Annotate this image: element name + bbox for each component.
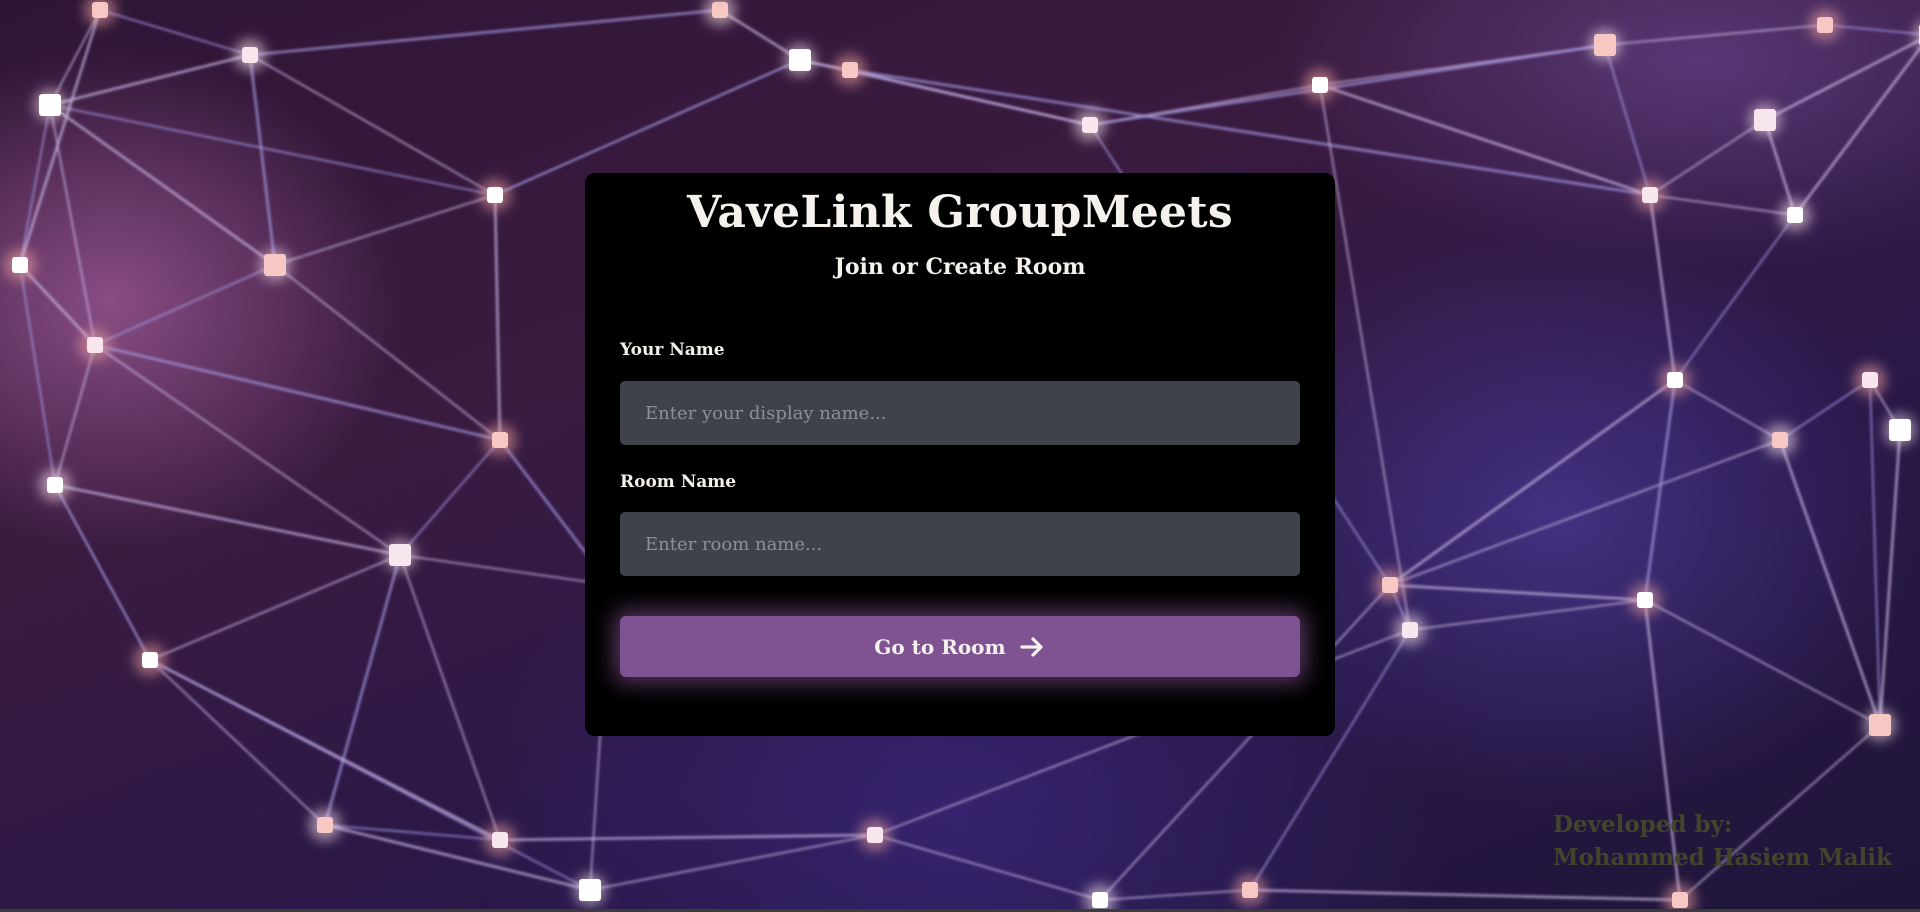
network-line [54, 344, 96, 486]
network-line [49, 103, 276, 267]
network-node [1594, 34, 1616, 56]
room-name-input[interactable] [620, 512, 1300, 576]
network-node [87, 337, 103, 353]
network-line [589, 834, 876, 891]
network-line [1644, 599, 1881, 726]
developer-credit-heading: Developed by: [1553, 811, 1733, 838]
network-node [867, 827, 883, 843]
network-line [1674, 379, 1781, 441]
network-node [92, 2, 108, 18]
network-node [1787, 207, 1803, 223]
go-to-room-button[interactable]: Go to Room [620, 616, 1300, 677]
network-node [389, 544, 411, 566]
network-node [1869, 714, 1891, 736]
network-line [493, 194, 502, 441]
network-line [1409, 599, 1646, 631]
network-node [1082, 117, 1098, 133]
network-node [1092, 892, 1108, 908]
network-node [1672, 892, 1688, 908]
network-line [1869, 379, 1881, 726]
network-line [1389, 583, 1646, 602]
network-line [1779, 379, 1871, 441]
app-subtitle: Join or Create Room [834, 254, 1086, 280]
network-line [1643, 379, 1677, 601]
network-line [149, 554, 401, 661]
network-line [399, 439, 501, 556]
developer-credit: Developed by: Mohammed Hasiem Malik [1553, 808, 1892, 874]
network-node [39, 94, 61, 116]
network-node [12, 257, 28, 273]
network-line [1604, 24, 1826, 46]
network-line [1793, 46, 1920, 216]
network-line [1099, 889, 1251, 901]
network-line [1389, 378, 1676, 587]
network-line [249, 54, 496, 196]
network-node [579, 879, 601, 901]
network-node [1889, 419, 1911, 441]
network-node [789, 49, 811, 71]
network-node [1862, 372, 1878, 388]
network-line [1389, 439, 1781, 586]
network-line [1648, 194, 1677, 381]
join-room-card: VaveLink GroupMeets Join or Create Room … [585, 173, 1335, 736]
network-line [94, 264, 276, 346]
network-node [1382, 577, 1398, 593]
network-line [1649, 194, 1796, 216]
network-line [1778, 439, 1882, 726]
network-line [499, 833, 876, 842]
network-line [54, 484, 151, 661]
network-line [1319, 83, 1651, 197]
network-node [1402, 622, 1418, 638]
network-line [99, 9, 251, 56]
room-name-label: Room Name [620, 472, 737, 492]
network-node [492, 432, 508, 448]
app-title: VaveLink GroupMeets [687, 187, 1233, 238]
network-line [149, 659, 326, 826]
network-node [1667, 372, 1683, 388]
display-name-input[interactable] [620, 381, 1300, 445]
network-line [248, 54, 277, 266]
network-line [1249, 888, 1681, 902]
network-node [1754, 109, 1776, 131]
network-node [842, 62, 858, 78]
network-line [49, 104, 496, 196]
network-line [1604, 44, 1651, 196]
network-node [1817, 17, 1833, 33]
network-line [1878, 429, 1902, 726]
network-node [264, 254, 286, 276]
network-line [274, 194, 496, 266]
network-node [317, 817, 333, 833]
network-node [492, 832, 508, 848]
network-node [47, 477, 63, 493]
network-node [1772, 432, 1788, 448]
network-line [49, 53, 251, 107]
developer-credit-name: Mohammed Hasiem Malik [1553, 844, 1892, 871]
network-line [874, 834, 1101, 901]
network-line [18, 9, 102, 266]
network-line [324, 823, 591, 892]
network-line [1089, 43, 1606, 127]
display-name-label: Your Name [620, 340, 725, 360]
network-line [249, 8, 721, 57]
network-node [242, 47, 258, 63]
network-line [1674, 214, 1796, 381]
network-line [1649, 119, 1766, 196]
network-node [1312, 77, 1328, 93]
network-node [712, 2, 728, 18]
network-line [149, 659, 591, 891]
network-node [1242, 882, 1258, 898]
network-node [487, 187, 503, 203]
network-node [1637, 592, 1653, 608]
network-node [142, 652, 158, 668]
go-to-room-label: Go to Room [874, 634, 1006, 659]
network-node [1642, 187, 1658, 203]
network-line [399, 554, 611, 586]
arrow-right-icon [1018, 633, 1046, 661]
network-line [49, 104, 96, 346]
